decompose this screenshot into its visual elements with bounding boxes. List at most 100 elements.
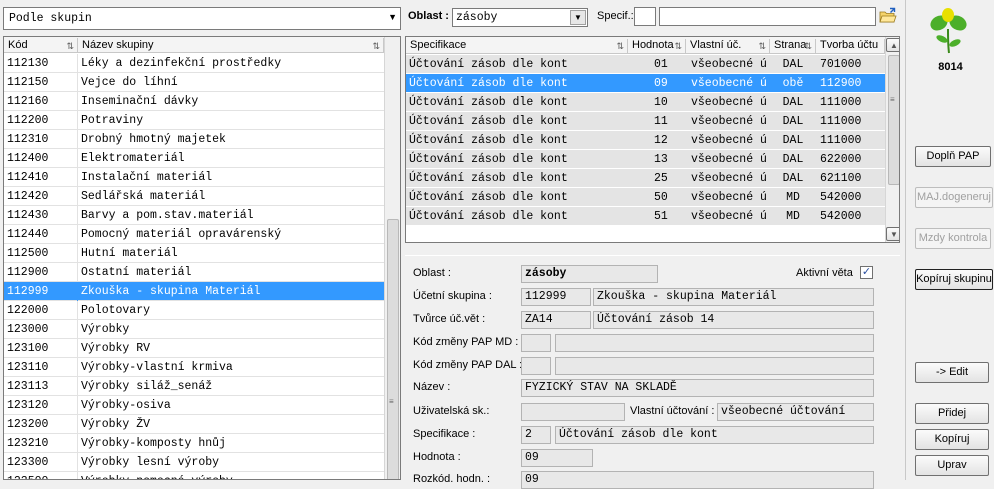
table-row[interactable]: 112440 Pomocný materiál opravárenský (4, 225, 384, 244)
open-folder-icon[interactable] (879, 7, 897, 25)
group-name-cell: Výrobky-komposty hnůj (81, 437, 226, 450)
table-row[interactable]: 112160 Inseminační dávky (4, 92, 384, 111)
table-row[interactable]: 112430 Barvy a pom.stav.materiál (4, 206, 384, 225)
own-accounting-cell: všeobecné ú (691, 77, 767, 90)
table-row[interactable]: 112200 Potraviny (4, 111, 384, 130)
pap-md-name-field[interactable] (555, 334, 874, 352)
sort-icon[interactable]: ⇅ (372, 39, 380, 53)
table-row[interactable]: Účtování zásob dle kont 11 všeobecné ú DAL 1… (406, 112, 885, 131)
table-row[interactable]: 123110 Výrobky-vlastní krmiva (4, 358, 384, 377)
own-accounting-label: Vlastní účtování : (630, 405, 715, 417)
group-name-cell: Výrobky ŽV (81, 418, 151, 431)
pap-dal-code-field[interactable] (521, 357, 551, 375)
column-header-specification[interactable]: Specifikace ⇅ (406, 39, 628, 54)
decoded-value-field[interactable]: 09 (521, 471, 874, 489)
right-action-panel: 8014 Doplň PAP MAJ.dogeneruj Mzdy kontro… (905, 0, 994, 480)
sort-icon[interactable]: ⇅ (674, 40, 682, 53)
table-row[interactable]: 112150 Vejce do líhní (4, 73, 384, 92)
sort-icon[interactable]: ⇅ (804, 40, 812, 53)
table-row[interactable]: 112130 Léky a dezinfekční prostředky (4, 54, 384, 73)
table-row[interactable]: 112500 Hutní materiál (4, 244, 384, 263)
table-row[interactable]: 112999 Zkouška - skupina Materiál (4, 282, 384, 301)
table-row[interactable]: Účtování zásob dle kont 01 všeobecné ú DAL 7… (406, 55, 885, 74)
table-row[interactable]: Účtování zásob dle kont 12 všeobecné ú DAL 1… (406, 131, 885, 150)
active-record-checkbox[interactable]: ✓ (860, 266, 873, 279)
column-header-account-creation[interactable]: Tvorba účtu (816, 39, 885, 54)
column-header-own-accounting[interactable]: Vlastní úč. ⇅ (686, 39, 770, 54)
table-row[interactable]: Účtování zásob dle kont 10 všeobecné ú DAL 1… (406, 93, 885, 112)
table-row[interactable]: 123000 Výrobky (4, 320, 384, 339)
sort-icon[interactable]: ⇅ (616, 40, 624, 53)
table-row[interactable]: 123500 Výrobky pomocné výroby (4, 472, 384, 479)
group-code-cell: 123300 (7, 456, 49, 469)
value-field[interactable]: 09 (521, 449, 593, 467)
edit-button[interactable]: -> Edit (915, 362, 989, 383)
scrollbar-thumb[interactable] (387, 219, 399, 479)
side-cell: obě (782, 77, 804, 90)
table-row[interactable]: Účtování zásob dle kont 51 všeobecné ú MD 54… (406, 207, 885, 226)
table-row[interactable]: 122000 Polotovary (4, 301, 384, 320)
scroll-up-icon[interactable]: ▲ (886, 38, 899, 52)
value-cell: 01 (654, 58, 668, 71)
group-code-cell: 112410 (7, 171, 49, 184)
modify-button[interactable]: Uprav (915, 455, 989, 476)
specification-code-input[interactable] (634, 7, 656, 26)
specification-grid[interactable]: Specifikace ⇅ Hodnota ⇅ Vlastní úč. ⇅ St… (405, 36, 900, 243)
table-row[interactable]: 112900 Ostatní materiál (4, 263, 384, 282)
table-row[interactable]: Účtování zásob dle kont 25 všeobecné ú DAL 6… (406, 169, 885, 188)
accounting-group-code-field[interactable]: 112999 (521, 288, 591, 306)
specification-cell: Účtování zásob dle kont (409, 210, 568, 223)
column-header-side[interactable]: Strana ⇅ (770, 39, 816, 54)
specification-grid-scrollbar[interactable]: ▲ ≡ ▼ (885, 37, 899, 242)
table-row[interactable]: Účtování zásob dle kont 09 všeobecné ú obě 1… (406, 74, 885, 93)
entry-creator-code-field[interactable]: ZA14 (521, 311, 591, 329)
table-row[interactable]: 123113 Výrobky siláž_senáž (4, 377, 384, 396)
table-row[interactable]: Účtování zásob dle kont 50 všeobecné ú MD 54… (406, 188, 885, 207)
copy-group-button[interactable]: Kopíruj skupinu (915, 269, 993, 290)
name-field[interactable]: FYZICKÝ STAV NA SKLADĚ (521, 379, 874, 397)
entry-creator-name-field[interactable]: Účtování zásob 14 (593, 311, 874, 329)
scroll-down-icon[interactable]: ▼ (886, 227, 899, 241)
column-header-code[interactable]: Kód ⇅ (4, 38, 78, 53)
specification-code-field[interactable]: 2 (521, 426, 551, 444)
table-row[interactable]: 123210 Výrobky-komposty hnůj (4, 434, 384, 453)
table-row[interactable]: 112420 Sedlářská materiál (4, 187, 384, 206)
group-list-scrollbar[interactable]: ≡ (384, 37, 400, 479)
copy-button[interactable]: Kopíruj (915, 429, 989, 450)
group-code-cell: 112500 (7, 247, 49, 260)
table-row[interactable]: 112410 Instalační materiál (4, 168, 384, 187)
table-row[interactable]: 123300 Výrobky lesní výroby (4, 453, 384, 472)
table-row[interactable]: Účtování zásob dle kont 13 všeobecné ú DAL 6… (406, 150, 885, 169)
table-row[interactable]: 112400 Elektromateriál (4, 149, 384, 168)
maj-generate-button[interactable]: MAJ.dogeneruj (915, 187, 993, 208)
scrollbar-thumb[interactable] (888, 55, 899, 185)
area-filter-value: zásoby (456, 11, 498, 24)
chevron-down-icon[interactable]: ▼ (570, 10, 586, 25)
specification-name-field[interactable]: Účtování zásob dle kont (555, 426, 874, 444)
user-group-field[interactable] (521, 403, 625, 421)
column-header-value[interactable]: Hodnota ⇅ (628, 39, 686, 54)
area-filter-dropdown[interactable]: zásoby ▼ (452, 8, 588, 27)
table-row[interactable]: 112310 Drobný hmotný majetek (4, 130, 384, 149)
sort-icon[interactable]: ⇅ (758, 40, 766, 53)
accounting-group-name-field[interactable]: Zkouška - skupina Materiál (593, 288, 874, 306)
pap-md-code-field[interactable] (521, 334, 551, 352)
specification-text-input[interactable] (659, 7, 876, 26)
detail-area-field[interactable]: zásoby (521, 265, 658, 283)
column-header-name[interactable]: Název skupiny ⇅ (78, 38, 384, 53)
add-button[interactable]: Přidej (915, 403, 989, 424)
group-code-cell: 122000 (7, 304, 49, 317)
group-code-cell: 112430 (7, 209, 49, 222)
group-by-dropdown[interactable]: Podle skupin ▼ (3, 7, 401, 30)
table-row[interactable]: 123120 Výrobky-osiva (4, 396, 384, 415)
table-row[interactable]: 123200 Výrobky ŽV (4, 415, 384, 434)
group-list-grid[interactable]: Kód ⇅ Název skupiny ⇅ 112130 Léky a dezin… (3, 36, 401, 480)
own-accounting-field[interactable]: všeobecné účtování (717, 403, 874, 421)
pap-dal-name-field[interactable] (555, 357, 874, 375)
sort-icon[interactable]: ⇅ (66, 39, 74, 53)
table-row[interactable]: 123100 Výrobky RV (4, 339, 384, 358)
group-code-cell: 123113 (7, 380, 49, 393)
fill-pap-button[interactable]: Doplň PAP (915, 146, 991, 167)
payroll-check-button[interactable]: Mzdy kontrola (915, 228, 991, 249)
chevron-down-icon[interactable]: ▼ (388, 12, 397, 22)
